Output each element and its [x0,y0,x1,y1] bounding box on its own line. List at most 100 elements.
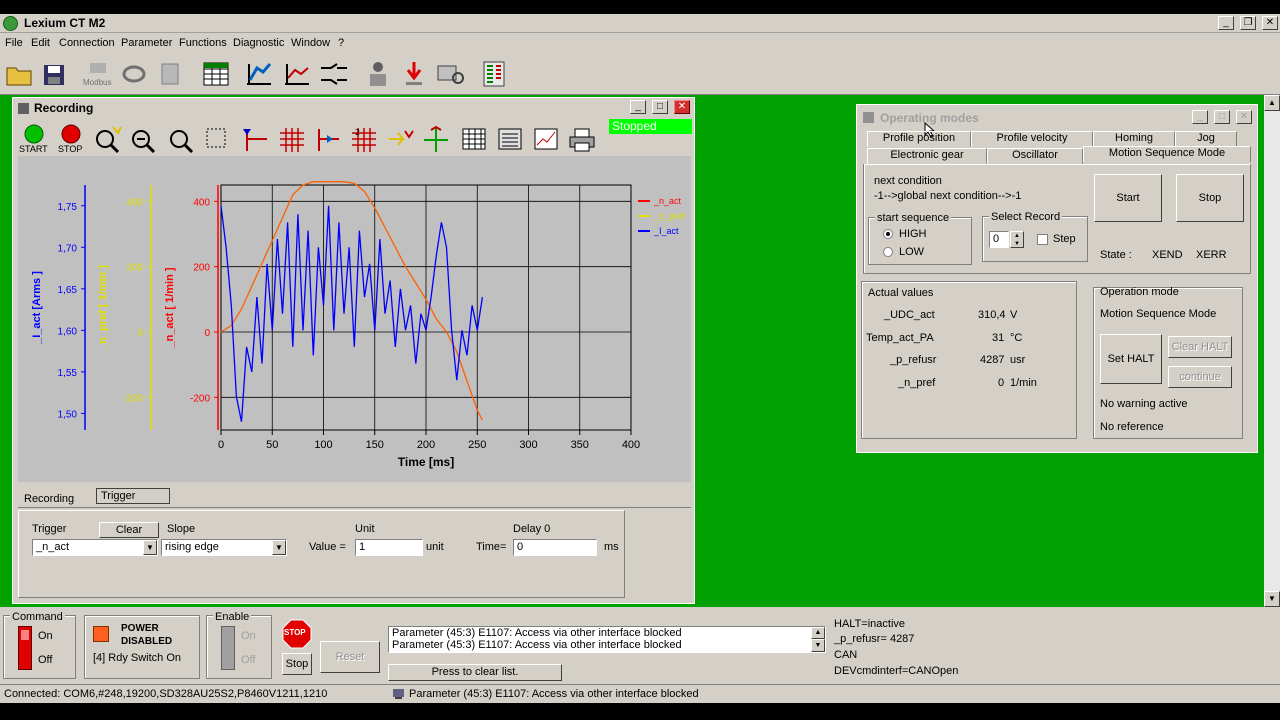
trigger-dropdown-icon[interactable]: ▼ [143,540,157,555]
record-input[interactable]: 0 [989,231,1009,248]
udc-act-name: _UDC_act [884,309,935,321]
menu-functions[interactable]: Functions [179,37,227,49]
tab-motion-sequence-mode[interactable]: Motion Sequence Mode [1083,146,1251,162]
command-label: Command [10,611,65,623]
time-input[interactable]: 0 [513,539,597,556]
cursor2-icon[interactable] [313,125,343,153]
enable-switch[interactable] [221,626,235,670]
message-scroll-up-icon[interactable]: ▲ [811,627,825,639]
vertical-scrollbar[interactable]: ▲ ▼ [1264,95,1280,607]
x-tick-label: 200 [417,439,435,451]
y-tick-label: -200 [123,393,143,404]
continue-button[interactable]: continue [1168,366,1232,388]
menu-connection[interactable]: Connection [59,37,115,49]
step-checkbox[interactable] [1037,234,1048,245]
start-button[interactable]: Start [1094,174,1162,222]
menu-edit[interactable]: Edit [31,37,50,49]
recording-title: Recording [34,101,94,115]
fault-icon[interactable] [398,58,430,90]
grid-icon[interactable] [277,125,307,153]
app-title: Lexium CT M2 [24,16,106,30]
print-icon[interactable] [567,125,597,153]
menu-diagnostic[interactable]: Diagnostic [233,37,284,49]
slope-select[interactable]: rising edge [161,539,287,556]
menu-help[interactable]: ? [338,37,344,49]
menu-file[interactable]: File [5,37,23,49]
tab-homing[interactable]: Homing [1093,131,1175,147]
modbus-icon[interactable]: Modbus [82,58,114,90]
cursor1-icon[interactable] [241,125,271,153]
reset-button[interactable]: Reset [320,641,380,673]
chart-window-icon[interactable] [531,125,561,153]
next-condition-label: next condition [874,175,942,187]
recording-minimize-icon[interactable]: _ [630,100,646,114]
low-radio[interactable] [883,247,893,257]
tab-electronic-gear[interactable]: Electronic gear [867,148,987,164]
menu-parameter[interactable]: Parameter [121,37,172,49]
power-label: POWER [121,623,159,634]
connect-icon[interactable] [118,58,150,90]
emergency-stop-button[interactable]: STOP Stop [280,617,314,677]
stop-button[interactable]: Stop [1176,174,1244,222]
opm-close-icon[interactable]: ✕ [1236,110,1252,124]
recording-maximize-icon[interactable]: □ [652,100,668,114]
close-icon[interactable]: ✕ [1262,16,1278,30]
tab-profile-velocity[interactable]: Profile velocity [971,131,1093,147]
io-table-icon[interactable] [478,58,510,90]
zoom-out-y-icon[interactable] [129,125,159,153]
clear-list-button[interactable]: Press to clear list. [388,664,562,681]
arrow-y-icon[interactable] [385,125,415,153]
x-tick-label: 50 [266,439,278,451]
device-icon[interactable] [154,58,186,90]
opm-minimize-icon[interactable]: _ [1192,110,1208,124]
user-icon[interactable] [362,58,394,90]
y-axis-label: _n_pref [ 1/min ] [97,265,109,351]
restore-icon[interactable]: ❐ [1240,16,1256,30]
stop-button-bottom[interactable]: Stop [282,653,312,675]
tab-profile-position[interactable]: Profile position [867,131,971,147]
minimize-icon[interactable]: _ [1218,16,1234,30]
value-input[interactable]: 1 [355,539,423,556]
status-bar: Connected: COM6,#248,19200,SD328AU25S2,P… [0,684,1280,703]
zoom-in-y-icon[interactable] [93,125,123,153]
unit-suffix: unit [426,541,444,553]
switch-icon[interactable] [318,58,350,90]
trend-icon[interactable] [281,58,313,90]
x-tick-label: 100 [314,439,332,451]
autoscale-icon[interactable] [421,125,451,153]
open-folder-icon[interactable] [3,58,35,90]
diagnostic-scope-icon[interactable] [434,58,466,90]
tab-jog[interactable]: Jog [1175,131,1237,147]
parameter-list-icon[interactable] [200,58,232,90]
reference-icon[interactable] [243,58,275,90]
recording-close-icon[interactable]: ✕ [674,100,690,114]
set-halt-button[interactable]: Set HALT [1100,334,1162,384]
cursor2-grid-icon[interactable]: 2 [349,125,379,153]
tab-recording[interactable]: Recording [24,493,74,505]
tab-oscillator[interactable]: Oscillator [987,148,1083,164]
list-icon[interactable] [495,125,525,153]
trigger-select[interactable]: _n_act [32,539,158,556]
stop-recording-button[interactable]: STOP [55,123,87,155]
scroll-up-icon[interactable]: ▲ [1264,95,1280,111]
opm-maximize-icon[interactable]: □ [1214,110,1230,124]
tab-trigger[interactable]: Trigger [96,488,170,504]
unit-label: Unit [355,523,375,535]
high-label: HIGH [899,228,927,240]
slope-dropdown-icon[interactable]: ▼ [272,540,286,555]
zoom-icon[interactable] [167,125,197,153]
message-list[interactable]: Parameter (45:3) E1107: Access via other… [388,626,826,653]
table-icon[interactable] [459,125,489,153]
record-spinner-icon[interactable]: ▲ ▼ [1010,231,1024,248]
message-scroll-down-icon[interactable]: ▼ [811,639,825,652]
save-icon[interactable] [38,58,70,90]
clear-halt-button[interactable]: Clear HALT [1168,336,1232,358]
delay-label: Delay 0 [513,523,551,535]
start-recording-button[interactable]: START [18,123,50,155]
select-area-icon[interactable] [203,125,233,153]
clear-trigger-button[interactable]: Clear [99,522,159,538]
menu-window[interactable]: Window [291,37,330,49]
high-radio[interactable] [883,229,893,239]
scroll-down-icon[interactable]: ▼ [1264,591,1280,607]
command-switch[interactable] [18,626,32,670]
